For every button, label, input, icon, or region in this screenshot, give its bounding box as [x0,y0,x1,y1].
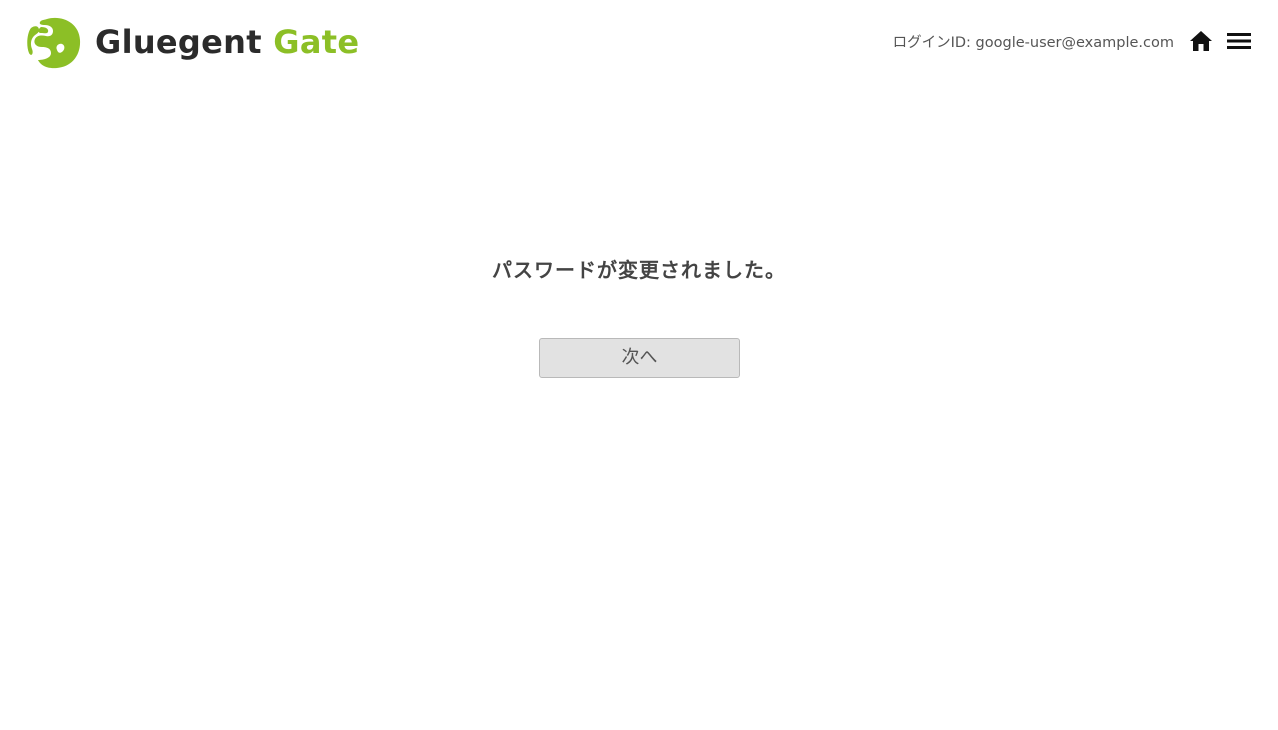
logo[interactable]: Gluegent Gate [27,16,359,70]
gluegent-logo-icon [27,17,81,69]
login-id-label: ログインID: google-user@example.com [892,34,1174,51]
hamburger-menu-icon [1227,33,1251,49]
logo-word-gate: Gate [273,23,360,61]
header-right: ログインID: google-user@example.com [893,27,1252,55]
next-button[interactable]: 次へ [539,338,740,378]
menu-button[interactable] [1226,28,1252,54]
logo-word-gluegent: Gluegent [95,23,262,61]
header: Gluegent Gate ログインID: google-user@exampl… [0,0,1278,82]
password-changed-message: パスワードが変更されました。 [492,258,786,282]
home-icon [1190,31,1212,51]
home-button[interactable] [1188,28,1214,54]
main-content: パスワードが変更されました。 次へ [0,0,1278,730]
logo-text: Gluegent Gate [95,26,359,58]
